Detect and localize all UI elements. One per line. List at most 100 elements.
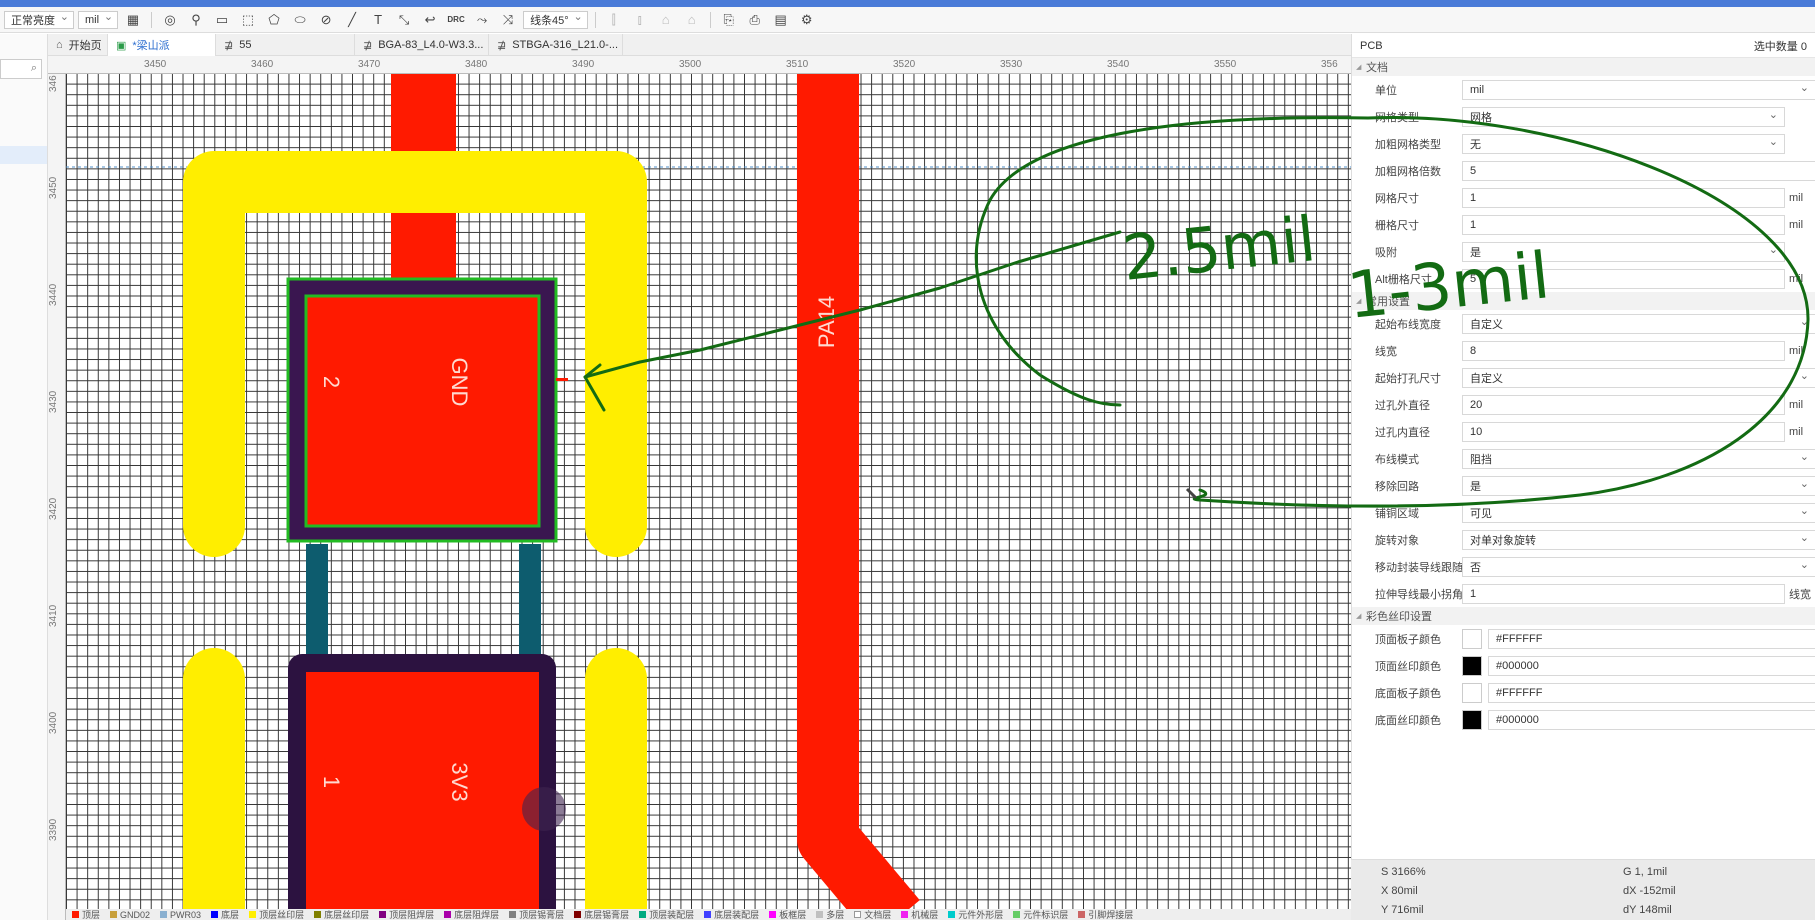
unlock-icon[interactable]: ⌂ [681,10,703,30]
color-input[interactable]: #000000 [1488,655,1815,676]
diff-pair-icon[interactable]: ⤨ [497,10,519,30]
property-input[interactable]: 5 [1462,268,1785,289]
lock-icon[interactable]: ⌂ [655,10,677,30]
layer-label: PWR03 [170,909,202,920]
property-select[interactable]: 自定义 [1462,367,1815,388]
layer-label: 元件标识层 [1023,910,1069,920]
gear-icon[interactable]: ⚙ [796,10,818,30]
layer-item[interactable]: GND02 [110,909,150,920]
tab-pcb[interactable]: ▣ *梁山派 [108,34,216,56]
export-icon[interactable]: ⎙ [744,10,766,30]
section-common[interactable]: 常用设置 [1352,292,1815,310]
color-input[interactable]: #FFFFFF [1488,628,1815,649]
property-label: 旋转对象 [1375,534,1419,547]
line-tool-icon[interactable]: ╱ [341,10,363,30]
color-swatch[interactable] [1462,683,1482,703]
layer-item[interactable]: 多层 [816,909,844,920]
tab-stbga-316[interactable]: ⋣ STBGA-316_L21.0-... [489,34,623,56]
polygon-tool-icon[interactable]: ⬠ [263,10,285,30]
import-icon[interactable]: ⎘ [718,10,740,30]
ruler-label: 3390 [48,818,59,841]
property-select[interactable]: 否 [1462,556,1815,577]
color-swatch[interactable] [1462,656,1482,676]
property-input[interactable]: 8 [1462,340,1785,361]
property-select[interactable]: 可见 [1462,502,1815,523]
tab-footprint-55[interactable]: ⋣ 55 [216,34,355,56]
dimension-tool-icon[interactable]: ⤡ [393,10,415,30]
property-input[interactable]: 1 [1462,214,1785,235]
layer-item[interactable]: 板框层 [769,909,806,920]
layer-item[interactable]: 顶层锡膏层 [509,909,564,920]
property-unit: mil [1789,344,1804,357]
property-input[interactable]: 5 [1462,160,1815,181]
property-select[interactable]: 阻挡 [1462,448,1815,469]
property-input[interactable]: 1 [1462,583,1785,604]
property-input[interactable]: 10 [1462,421,1785,442]
align-icon[interactable]: ⫿ [603,10,625,30]
via-icon[interactable]: ◎ [159,10,181,30]
property-select[interactable]: 自定义 [1462,313,1815,334]
toolbar-divider [594,11,596,28]
pcb-canvas[interactable]: 2 GND 1 3V3 PA14 [66,74,1351,920]
left-panel-selected-item[interactable] [0,146,47,164]
color-swatch[interactable] [1462,710,1482,730]
doc-row-3: 加粗网格倍数 5 [1352,157,1815,184]
distribute-icon[interactable]: ⫾ [629,10,651,30]
brightness-select[interactable]: 正常亮度 [4,10,74,29]
grid-icon[interactable]: ▦ [122,10,144,30]
layer-item[interactable]: 文档层 [854,909,891,920]
select-area-icon[interactable]: ⬚ [237,10,259,30]
color-input[interactable]: #FFFFFF [1488,682,1815,703]
layer-item[interactable]: 底层装配层 [704,909,759,920]
arrow-tool-icon[interactable]: ↩ [419,10,441,30]
property-unit: mil [1789,425,1804,438]
unit-select[interactable]: mil [78,10,119,29]
layer-item[interactable]: 底层锡膏层 [574,909,629,920]
property-input[interactable]: 1 [1462,187,1785,208]
left-search-input[interactable]: ⌕ [0,59,42,79]
layer-item[interactable]: PWR03 [160,909,201,920]
property-select[interactable]: 是 [1462,241,1785,262]
bom-icon[interactable]: ▤ [770,10,792,30]
property-input[interactable]: 20 [1462,394,1785,415]
layer-label: 文档层 [864,910,892,920]
layer-item[interactable]: 顶层丝印层 [249,909,304,920]
layer-item[interactable]: 元件标识层 [1013,909,1068,920]
layer-item[interactable]: 机械层 [901,909,938,920]
property-select[interactable]: mil [1462,79,1815,100]
property-label: Alt栅格尺寸 [1375,273,1432,286]
color-input[interactable]: #000000 [1488,709,1815,730]
layer-item[interactable]: 底层 [211,909,239,920]
rectangle-tool-icon[interactable]: ▭ [211,10,233,30]
layer-item[interactable]: 元件外形层 [948,909,1003,920]
tab-bga-83[interactable]: ⋣ BGA-83_L4.0-W3.3... [355,34,489,56]
route-mode-select[interactable]: 线条45° [523,10,588,29]
common-row-6: 移除回路 是 [1352,472,1815,499]
pin-icon[interactable]: ⚲ [185,10,207,30]
tab-start-page[interactable]: ⌂ 开始页 [48,34,108,56]
section-doc[interactable]: 文档 [1352,58,1815,76]
layer-item[interactable]: 底层丝印层 [314,909,369,920]
text-tool-icon[interactable]: T [367,10,389,30]
tab-label: BGA-83_L4.0-W3.3... [378,39,484,51]
route-icon[interactable]: ⤳ [471,10,493,30]
property-select[interactable]: 无 [1462,133,1785,154]
no-entry-icon[interactable]: ⊘ [315,10,337,30]
layer-item[interactable]: 底层阻焊层 [444,909,499,920]
layer-item[interactable]: 顶层阻焊层 [379,909,434,920]
color-swatch[interactable] [1462,629,1482,649]
layer-item[interactable]: 顶层 [72,909,100,920]
property-select[interactable]: 对单对象旋转 [1462,529,1815,550]
drc-icon[interactable]: DRC [445,10,467,30]
ellipse-tool-icon[interactable]: ⬭ [289,10,311,30]
property-select[interactable]: 是 [1462,475,1815,496]
property-select[interactable]: 网格 [1462,106,1785,127]
layer-item[interactable]: 引脚焊接层 [1078,909,1133,920]
status-dy: dY 148mil [1623,904,1672,916]
layer-color [1078,911,1086,918]
section-silk[interactable]: 彩色丝印设置 [1352,607,1815,625]
layer-color [509,911,517,918]
chip-icon: ⋣ [363,39,373,52]
layer-item[interactable]: 顶层装配层 [639,909,694,920]
common-row-8: 旋转对象 对单对象旋转 [1352,526,1815,553]
